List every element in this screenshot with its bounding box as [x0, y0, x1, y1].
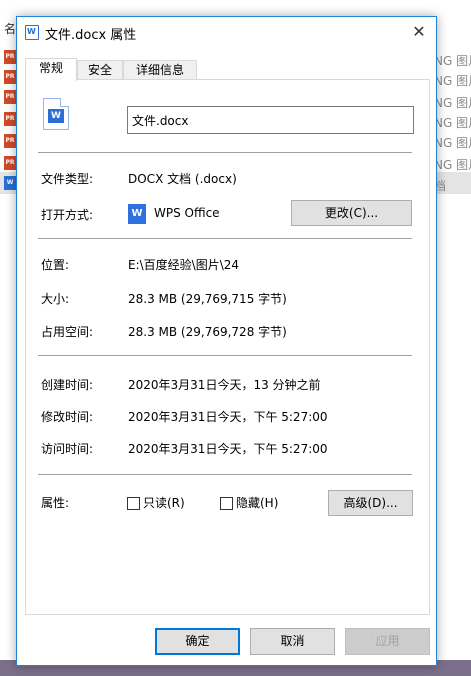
list-item-type: NG 图片	[434, 54, 471, 68]
accessed-label: 访问时间:	[41, 442, 94, 456]
divider	[38, 238, 412, 239]
divider	[38, 152, 412, 153]
list-item-type: NG 图片	[434, 136, 471, 150]
size-value: 28.3 MB (29,769,715 字节)	[128, 292, 287, 306]
png-file-icon: PR	[4, 50, 16, 64]
location-value: E:\百度经验\图片\24	[128, 258, 240, 272]
png-file-icon: PR	[4, 156, 16, 170]
word-file-icon: W	[4, 176, 16, 190]
tab-details[interactable]: 详细信息	[123, 60, 197, 80]
word-document-icon	[25, 25, 39, 40]
file-name-input[interactable]	[127, 106, 414, 134]
properties-dialog: 文件.docx 属性 ✕ 常规 安全 详细信息 W 文件类型: DOCX 文档 …	[16, 16, 437, 666]
list-item-type: NG 图片	[434, 116, 471, 130]
tab-security[interactable]: 安全	[77, 60, 123, 80]
open-with-label: 打开方式:	[41, 208, 94, 222]
hidden-label[interactable]: 隐藏(H)	[236, 494, 278, 511]
file-type-label: 文件类型:	[41, 172, 94, 186]
png-file-icon: PR	[4, 134, 16, 148]
created-label: 创建时间:	[41, 378, 94, 392]
disk-size-value: 28.3 MB (29,769,728 字节)	[128, 325, 287, 339]
open-with-value: WPS Office	[154, 206, 220, 220]
word-icon-letter: W	[48, 109, 64, 123]
file-type-value: DOCX 文档 (.docx)	[128, 172, 237, 186]
modified-value: 2020年3月31日今天，下午 5:27:00	[128, 410, 328, 424]
accessed-value: 2020年3月31日今天，下午 5:27:00	[128, 442, 328, 456]
location-label: 位置:	[41, 258, 70, 272]
disk-size-label: 占用空间:	[41, 325, 94, 339]
wps-office-icon: W	[128, 204, 146, 224]
column-header-name: 名	[4, 22, 17, 36]
png-file-icon: PR	[4, 70, 16, 84]
word-document-icon: W	[43, 98, 69, 130]
hidden-checkbox[interactable]	[220, 497, 233, 510]
apply-button[interactable]: 应用	[345, 628, 430, 655]
dialog-title: 文件.docx 属性	[45, 28, 137, 43]
tab-general[interactable]: 常规	[25, 58, 77, 81]
png-file-icon: PR	[4, 112, 16, 126]
modified-label: 修改时间:	[41, 410, 94, 424]
readonly-checkbox[interactable]	[127, 497, 140, 510]
divider	[38, 474, 412, 475]
ok-button[interactable]: 确定	[155, 628, 240, 655]
attributes-label: 属性:	[41, 496, 70, 510]
list-item-type: NG 图片	[434, 96, 471, 110]
size-label: 大小:	[41, 292, 70, 306]
png-file-icon: PR	[4, 90, 16, 104]
divider	[38, 355, 412, 356]
list-item-type: NG 图片	[434, 74, 471, 88]
titlebar[interactable]: 文件.docx 属性 ✕	[17, 17, 436, 47]
readonly-label[interactable]: 只读(R)	[143, 494, 185, 511]
list-item-type: NG 图片	[434, 158, 471, 172]
general-panel: W 文件类型: DOCX 文档 (.docx) 打开方式: W WPS Offi…	[25, 79, 430, 615]
advanced-button[interactable]: 高级(D)...	[328, 490, 413, 516]
created-value: 2020年3月31日今天，13 分钟之前	[128, 378, 321, 392]
change-button[interactable]: 更改(C)...	[291, 200, 412, 226]
cancel-button[interactable]: 取消	[250, 628, 335, 655]
close-button[interactable]: ✕	[408, 21, 430, 43]
watermark-text: 经验	[360, 630, 385, 644]
